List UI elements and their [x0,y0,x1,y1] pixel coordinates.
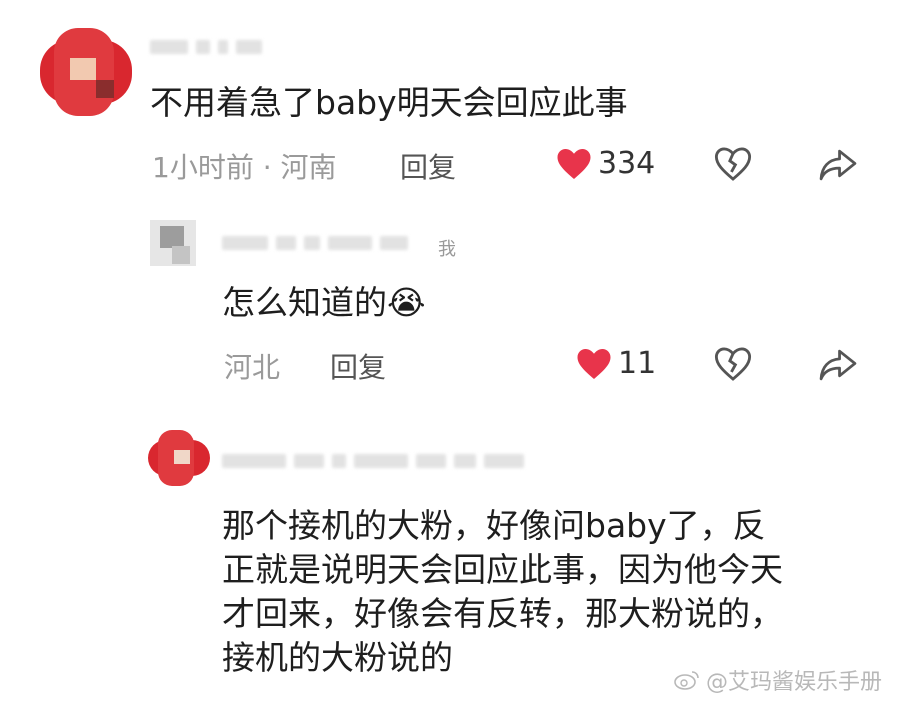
comment-text-line: 才回来，好像会有反转，那大粉说的， [222,594,783,633]
like-count: 11 [618,346,657,381]
username-blurred [222,236,408,250]
avatar[interactable] [40,28,132,116]
share-icon[interactable] [818,348,858,382]
heart-icon [557,148,591,179]
comment-location: 河北 [224,351,281,384]
like-count: 334 [598,146,656,181]
like-button[interactable]: 11 [576,346,656,381]
comment-time-location: 1小时前 · 河南 [152,151,337,184]
broken-heart-icon[interactable] [714,146,752,182]
crying-emoji: 😭 [387,283,426,322]
comment-text-line: 那个接机的大粉，好像问baby了，反 [222,506,766,545]
username-blurred [222,454,524,468]
weibo-icon [674,671,699,690]
reply-button[interactable]: 回复 [330,346,386,386]
avatar[interactable] [150,220,196,266]
comment-text: 怎么知道的😭 [222,283,426,322]
watermark: @艾玛酱娱乐手册 [674,664,882,696]
share-icon[interactable] [818,148,858,182]
comment-text-line: 正就是说明天会回应此事，因为他今天 [222,550,783,589]
like-button[interactable]: 334 [556,146,655,181]
username-blurred [150,40,262,54]
comment-text: 那个接机的大粉，好像问baby了，反 正就是说明天会回应此事，因为他今天 才回来… [222,504,783,680]
avatar[interactable] [148,430,210,486]
author-tag: 我 [438,239,456,260]
comment-text: 不用着急了baby明天会回应此事 [150,83,628,122]
watermark-text: @艾玛酱娱乐手册 [705,670,882,695]
reply-button[interactable]: 回复 [400,146,456,186]
heart-icon [577,348,611,379]
broken-heart-icon[interactable] [714,346,752,382]
